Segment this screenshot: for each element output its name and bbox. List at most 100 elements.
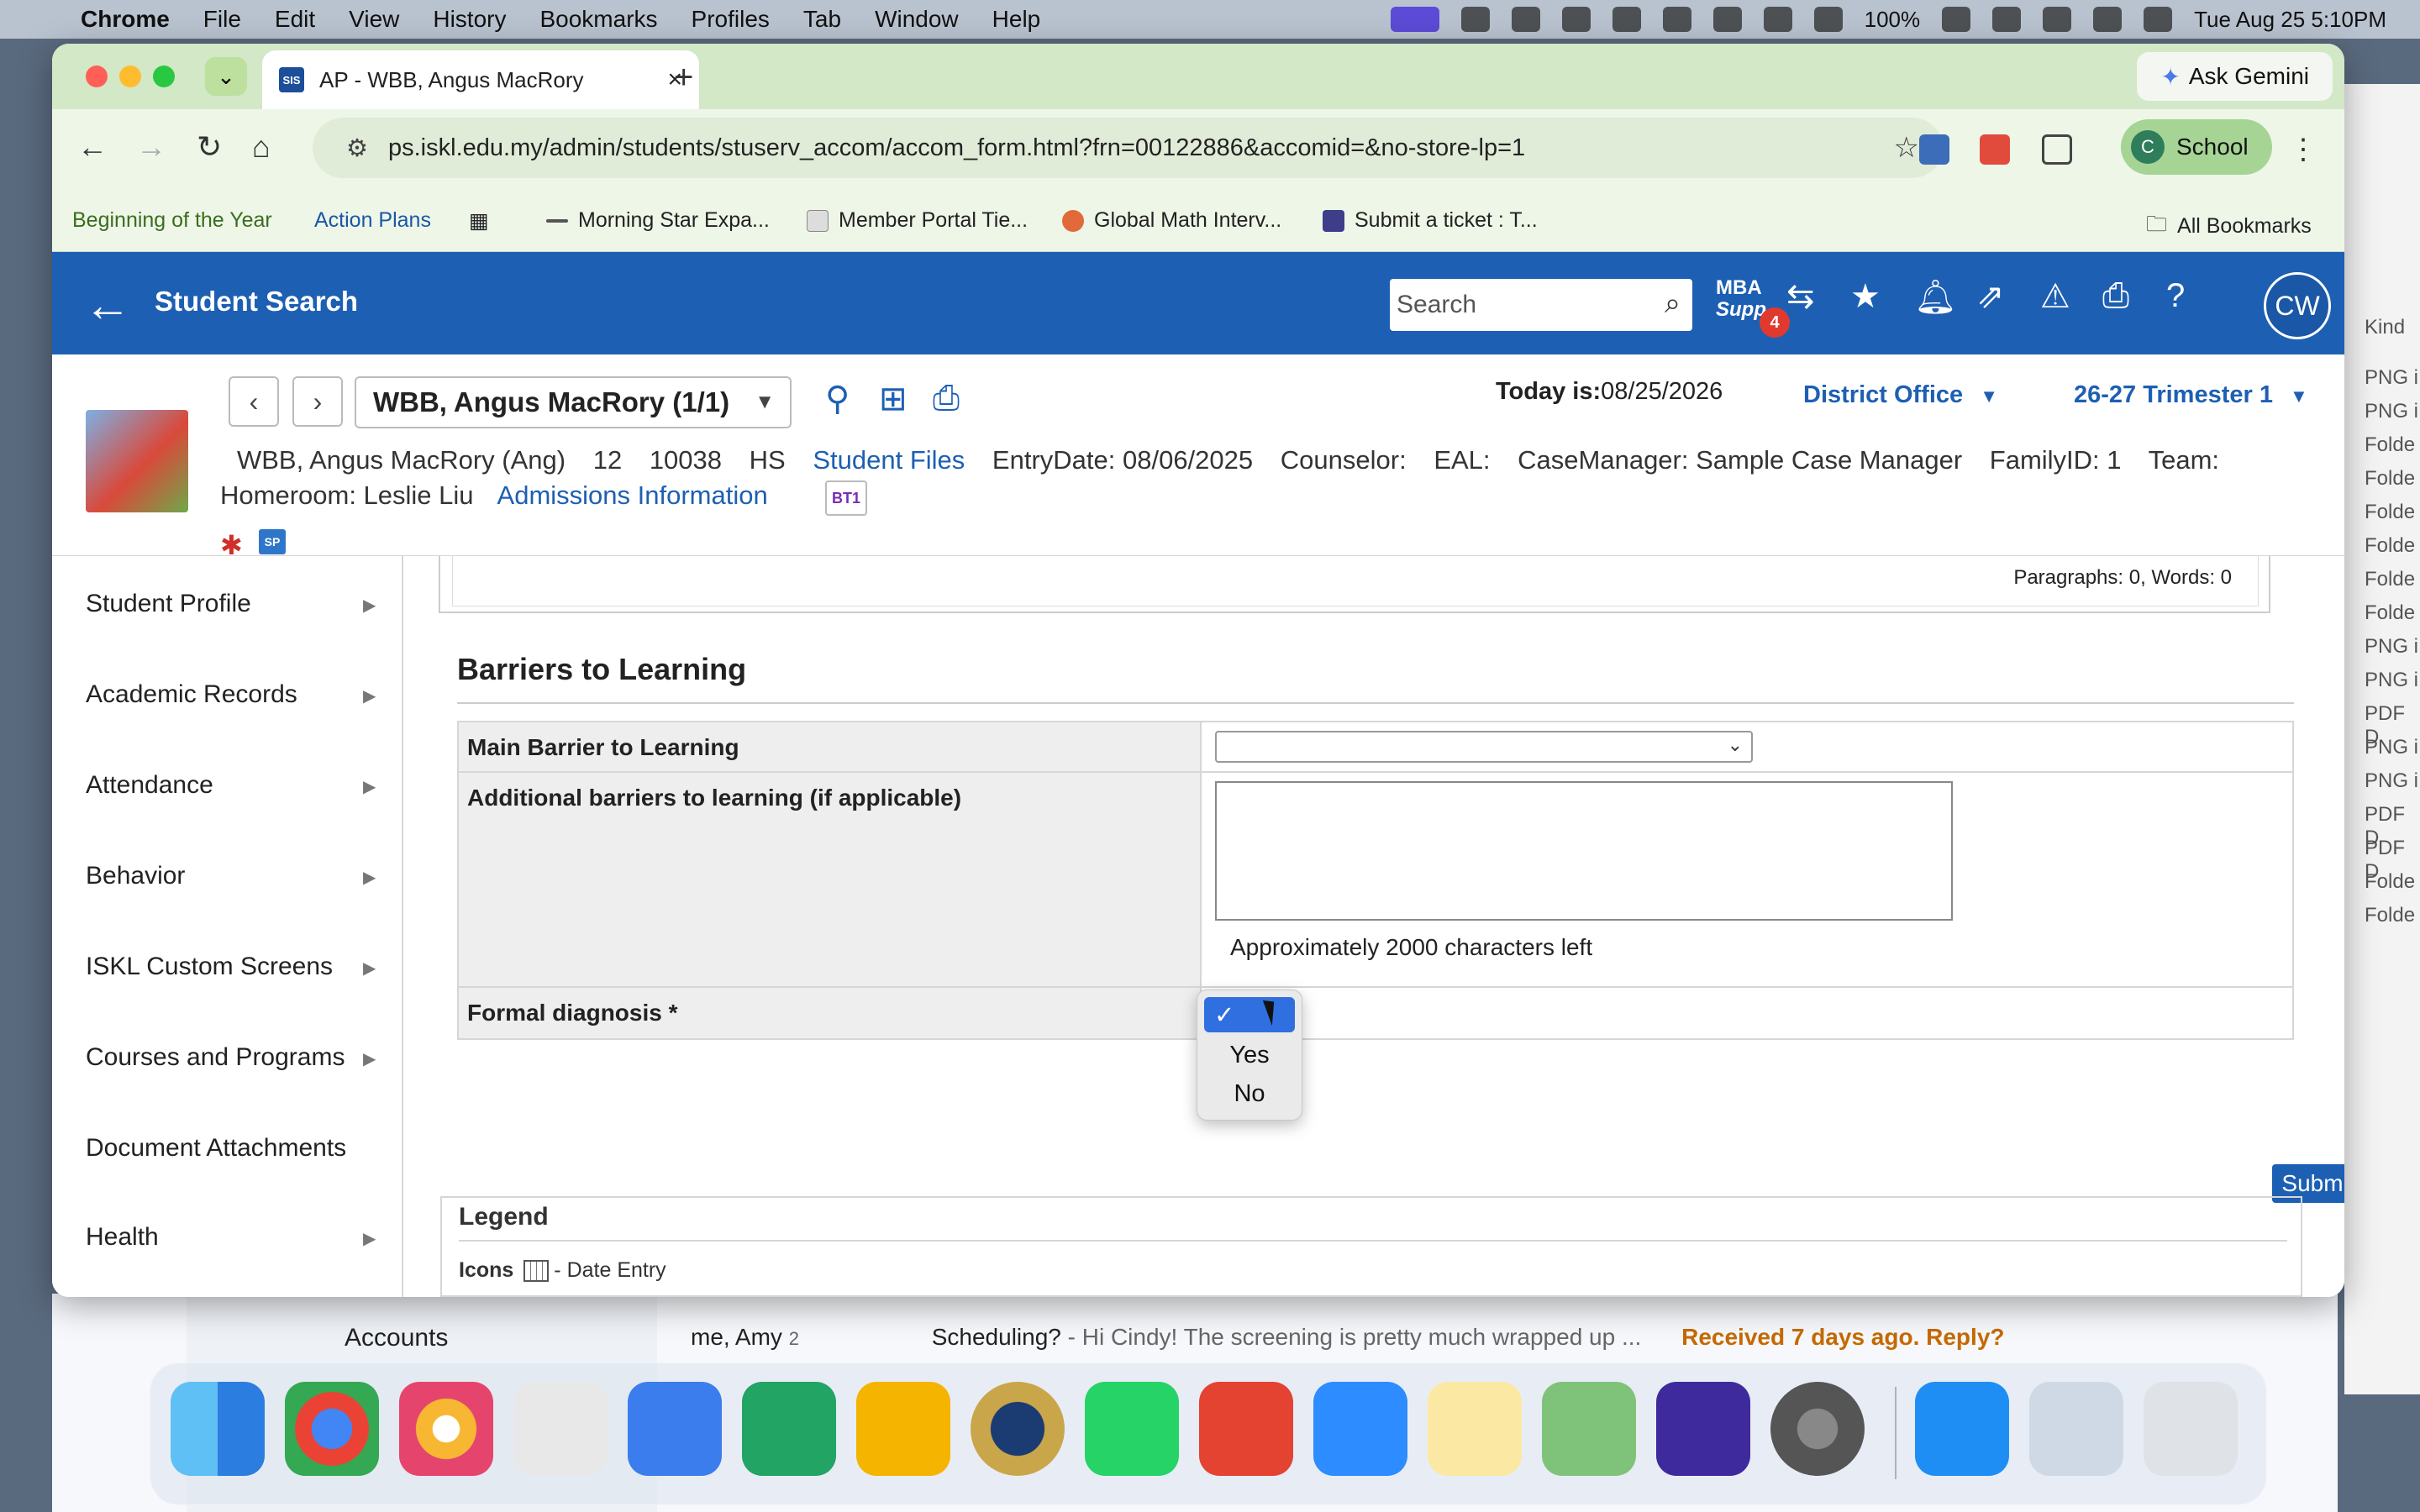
main-barrier-select[interactable]: ⌄ — [1215, 731, 1753, 763]
school-selector[interactable]: District Office ▼ — [1803, 381, 1998, 409]
keynote-app-icon[interactable] — [513, 1382, 608, 1476]
menu-file[interactable]: File — [203, 6, 241, 33]
tab-search-button[interactable]: ⌄ — [205, 57, 247, 96]
student-files-link[interactable]: Student Files — [813, 445, 965, 475]
term-selector[interactable]: 26-27 Trimester 1 ▼ — [2074, 381, 2308, 409]
grammarly-app-icon[interactable] — [1656, 1382, 1750, 1476]
notes-app-icon[interactable] — [1428, 1382, 1522, 1476]
forward-arrow-icon[interactable]: → — [136, 129, 166, 165]
status-app-icon-2[interactable] — [1612, 7, 1641, 32]
grammarly-icon[interactable] — [1511, 7, 1540, 32]
bt1-badge[interactable]: BT1 — [825, 480, 867, 516]
student-search-input[interactable]: Search ⌕ — [1390, 279, 1692, 331]
back-arrow-icon[interactable]: ← — [84, 277, 131, 332]
minimize-window-button[interactable] — [119, 66, 141, 87]
bluetooth-icon[interactable] — [1813, 7, 1843, 32]
status-app-icon[interactable] — [1460, 7, 1490, 32]
nav-academic-records[interactable]: Academic Records — [86, 680, 297, 709]
control-center-icon[interactable] — [2093, 7, 2123, 32]
menu-profiles[interactable]: Profiles — [692, 6, 770, 33]
siri-icon[interactable] — [2144, 7, 2173, 32]
site-info-icon[interactable]: ⚙ — [346, 134, 368, 163]
menu-history[interactable]: History — [433, 6, 506, 33]
home-icon[interactable]: ⌂ — [252, 129, 271, 165]
bookmark-item[interactable]: Member Portal Tie... — [807, 208, 1028, 233]
todoist-extension-icon[interactable] — [1980, 134, 2010, 165]
dropdown-option-yes[interactable]: Yes — [1204, 1037, 1295, 1073]
menu-bookmarks[interactable]: Bookmarks — [539, 6, 657, 33]
browser-tab-active[interactable]: SIS AP - WBB, Angus MacRory × — [262, 50, 699, 109]
extension-icon[interactable] — [1919, 134, 1949, 165]
google-docs-app-icon[interactable] — [628, 1382, 722, 1476]
map-pin-icon[interactable]: ⚲ — [825, 380, 850, 418]
student-selector[interactable]: WBB, Angus MacRory (1/1) ▼ — [355, 376, 792, 428]
dropdown-option-no[interactable]: No — [1204, 1076, 1295, 1111]
bookmark-item[interactable]: Beginning of the Year — [72, 208, 272, 233]
help-icon[interactable]: ? — [2166, 277, 2185, 315]
battery-icon[interactable] — [1942, 7, 1971, 32]
chrome-menu-icon[interactable]: ⋮ — [2289, 133, 2317, 166]
reload-icon[interactable]: ↻ — [197, 129, 222, 165]
nav-courses-programs[interactable]: Courses and Programs — [86, 1043, 345, 1072]
menu-window[interactable]: Window — [875, 6, 959, 33]
maps-app-icon[interactable] — [1542, 1382, 1636, 1476]
previous-student-button[interactable]: ‹ — [229, 376, 279, 427]
app-store-icon[interactable] — [1915, 1382, 2009, 1476]
status-app-icon-3[interactable] — [1662, 7, 1691, 32]
nav-behavior[interactable]: Behavior — [86, 862, 185, 890]
bookmark-item[interactable]: Action Plans — [314, 208, 431, 233]
menu-tab[interactable]: Tab — [803, 6, 841, 33]
pdf-document-icon[interactable] — [2029, 1382, 2123, 1476]
additional-barriers-textarea[interactable] — [1215, 781, 1953, 921]
nav-attendance[interactable]: Attendance — [86, 771, 213, 800]
zoom-status-icon[interactable] — [1561, 7, 1591, 32]
nav-iskl-custom-screens[interactable]: ISKL Custom Screens — [86, 953, 333, 981]
zoom-app-icon[interactable] — [1313, 1382, 1407, 1476]
print-icon[interactable]: ⎙ — [2102, 277, 2129, 315]
warning-icon[interactable]: ⚠ — [2040, 277, 2070, 316]
apps-grid-icon[interactable]: ▦ — [469, 208, 489, 234]
ask-gemini-button[interactable]: ✦ Ask Gemini — [2137, 52, 2333, 101]
menu-view[interactable]: View — [349, 6, 399, 33]
school-app-icon[interactable] — [971, 1382, 1065, 1476]
address-bar[interactable]: ⚙ ps.iskl.edu.my/admin/students/stuserv_… — [313, 118, 1943, 178]
google-slides-app-icon[interactable] — [856, 1382, 950, 1476]
all-bookmarks-button[interactable]: 🗀 All Bookmarks — [2146, 208, 2312, 244]
switch-arrows-icon[interactable]: ⇆ — [1786, 277, 1815, 316]
page-title[interactable]: Student Search — [155, 286, 358, 318]
screen-share-icon[interactable] — [1390, 7, 1439, 32]
finder-app-icon[interactable] — [171, 1382, 265, 1476]
dropdown-option-blank[interactable]: ✓ — [1204, 997, 1295, 1032]
user-avatar[interactable]: CW — [2264, 272, 2331, 339]
close-window-button[interactable] — [86, 66, 108, 87]
trash-icon[interactable] — [2144, 1382, 2238, 1476]
new-tab-button[interactable]: + — [674, 59, 693, 97]
spotlight-icon[interactable] — [2043, 7, 2072, 32]
mail-folder-accounts[interactable]: Accounts — [345, 1324, 448, 1352]
menu-edit[interactable]: Edit — [275, 6, 315, 33]
search-icon[interactable]: ⌕ — [1665, 287, 1681, 320]
sp-badge-icon[interactable]: SP — [259, 529, 286, 554]
print-icon[interactable]: ⎙ — [933, 380, 960, 417]
extensions-puzzle-icon[interactable] — [2042, 134, 2072, 165]
whatsapp-app-icon[interactable] — [1085, 1382, 1179, 1476]
bookmark-star-icon[interactable]: ☆ — [1894, 131, 1919, 165]
nav-document-attachments[interactable]: Document Attachments — [86, 1134, 346, 1163]
profile-button[interactable]: C School — [2121, 119, 2272, 175]
editor-area[interactable] — [452, 556, 2259, 606]
bookmark-item[interactable]: Submit a ticket : T... — [1323, 208, 1538, 233]
chrome-app-icon[interactable] — [285, 1382, 379, 1476]
external-link-icon[interactable]: ⇗ — [1976, 277, 2005, 316]
bookmark-item[interactable]: Morning Star Expa... — [546, 208, 770, 233]
menu-help[interactable]: Help — [992, 6, 1041, 33]
volume-icon[interactable] — [1763, 7, 1792, 32]
menubar-clock[interactable]: Tue Aug 25 5:10PM — [2194, 7, 2386, 33]
admissions-info-link[interactable]: Admissions Information — [497, 480, 768, 510]
status-app-icon-4[interactable] — [1712, 7, 1742, 32]
mba-support-icon[interactable]: MBA Supp 4 — [1716, 277, 1790, 338]
google-sheets-app-icon[interactable] — [742, 1382, 836, 1476]
next-student-button[interactable]: › — [292, 376, 343, 427]
nav-health[interactable]: Health — [86, 1223, 159, 1252]
favorites-star-icon[interactable]: ★ — [1850, 277, 1881, 316]
photos-app-icon[interactable] — [399, 1382, 493, 1476]
